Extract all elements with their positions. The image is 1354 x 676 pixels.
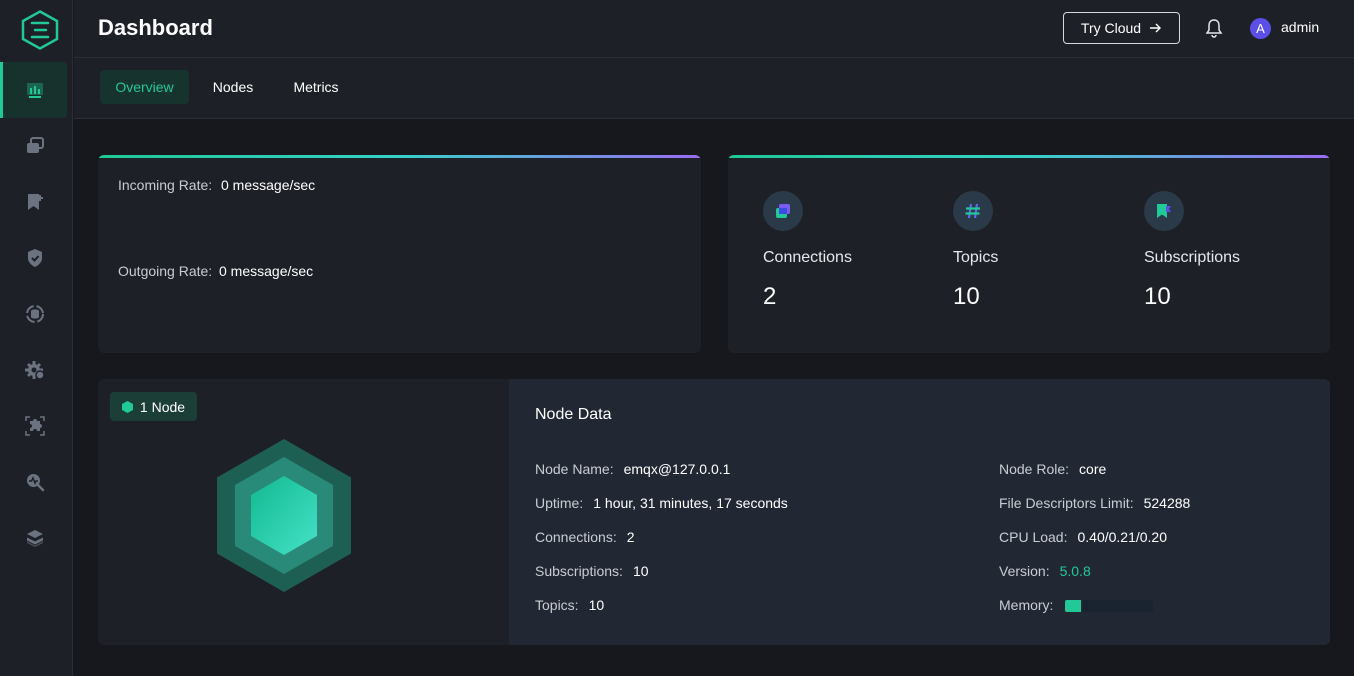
sidebar-item-system[interactable] [2,510,67,566]
access-control-shield-icon [27,249,42,267]
username[interactable]: admin [1281,19,1319,35]
field-value: 1 hour, 31 minutes, 17 seconds [593,495,788,511]
top-header: Dashboard Try Cloud A admin [74,0,1354,58]
field-value: core [1079,461,1107,477]
field-label: Version: [999,563,1050,579]
field-label: Node Role: [999,461,1070,477]
hash-icon [953,191,993,231]
stat-label: Topics [953,249,999,266]
tab-nodes[interactable]: Nodes [200,70,266,104]
sidebar-item-diagnose[interactable] [2,454,67,510]
avatar[interactable]: A [1250,18,1271,39]
tab-metrics[interactable]: Metrics [280,70,352,104]
connections-row: Connections: 2 [535,529,635,545]
integration-data-icon [25,305,44,323]
stat-value: 2 [763,283,777,310]
sidebar-item-dashboard[interactable] [0,62,67,118]
memory-row: Memory: [999,597,1154,613]
field-value: 0.40/0.21/0.20 [1077,529,1168,545]
arrow-right-icon [1150,23,1162,33]
sidebar-item-clients[interactable] [2,118,67,174]
topics-row: Topics: 10 [535,597,604,613]
sidebar-item-integration[interactable] [2,286,67,342]
tab-bar: Overview Nodes Metrics [74,58,1354,119]
field-value: 524288 [1143,495,1191,511]
bell-icon[interactable] [1204,18,1224,38]
field-label: Uptime: [535,495,584,511]
memory-progress-fill [1065,600,1082,613]
stat-value: 10 [1144,283,1171,310]
stat-label: Subscriptions [1144,249,1241,266]
hexagon-icon [121,400,133,413]
version-row: Version: 5.0.8 [999,563,1091,579]
node-overview-panel: 1 Node [98,379,509,645]
extensions-puzzle-icon [24,416,45,436]
outgoing-rate-value: 0 message/sec [219,263,314,279]
field-value: 2 [626,529,635,545]
field-value: 10 [632,563,649,579]
sidebar-item-extensions[interactable] [2,398,67,454]
stats-card: Connections 2 Topics 10 Subscriptions 10 [728,155,1330,353]
management-gear-icon [24,361,45,380]
node-name-row: Node Name: emqx@127.0.0.1 [535,461,730,477]
field-label: Node Name: [535,461,614,477]
file-descriptors-row: File Descriptors Limit: 524288 [999,495,1190,511]
try-cloud-label: Try Cloud [1080,20,1142,36]
sidebar-item-access-control[interactable] [2,230,67,286]
stat-subscriptions: Subscriptions 10 [1144,191,1314,311]
stat-topics: Topics 10 [953,191,1123,311]
sidebar-item-management[interactable] [2,342,67,398]
outgoing-rate-label: Outgoing Rate: [118,263,213,279]
field-label: Topics: [535,597,579,613]
field-label: Memory: [999,597,1054,613]
incoming-rate-value: 0 message/sec [221,177,316,193]
tab-overview[interactable]: Overview [100,70,189,104]
subscriptions-row: Subscriptions: 10 [535,563,649,579]
node-role-row: Node Role: core [999,461,1106,477]
field-label: Connections: [535,529,617,545]
subscription-flag-icon [1144,191,1184,231]
field-label: CPU Load: [999,529,1068,545]
field-label: File Descriptors Limit: [999,495,1134,511]
uptime-row: Uptime: 1 hour, 31 minutes, 17 seconds [535,495,788,511]
node-card: 1 Node Node Data Node Name: emqx@127.0.0.… [98,379,1330,645]
clients-windows-icon [26,137,44,153]
field-label: Subscriptions: [535,563,623,579]
node-data-panel: Node Data Node Name: emqx@127.0.0.1 Uptim… [509,379,1330,645]
dashboard-chart-icon [26,83,43,98]
version-link[interactable]: 5.0.8 [1060,563,1091,579]
memory-progress-bar [1065,600,1154,613]
sidebar [0,0,73,676]
cpu-load-row: CPU Load: 0.40/0.21/0.20 [999,529,1167,545]
message-rate-card: Incoming Rate: 0 message/sec Outgoing Ra… [98,155,701,353]
stat-label: Connections [763,249,852,266]
stat-connections: Connections 2 [763,191,933,311]
page-title: Dashboard [98,15,213,40]
field-value: 10 [588,597,605,613]
card-gradient-bar [728,155,1330,158]
node-count-badge[interactable]: 1 Node [110,392,197,421]
node-count-label: 1 Node [139,398,186,415]
sidebar-item-subscriptions[interactable] [2,174,67,230]
incoming-rate-label: Incoming Rate: [118,177,213,193]
try-cloud-button[interactable]: Try Cloud [1063,12,1180,44]
diagnose-search-icon [26,474,44,492]
card-gradient-bar [98,155,701,158]
emqx-logo-icon[interactable] [21,10,59,50]
node-hexagon-icon[interactable] [216,438,352,593]
subscriptions-bookmark-icon [27,194,43,210]
field-value: emqx@127.0.0.1 [623,461,731,477]
stat-value: 10 [953,283,980,310]
system-layers-icon [26,530,43,547]
node-data-title: Node Data [535,406,612,423]
connections-icon [763,191,803,231]
